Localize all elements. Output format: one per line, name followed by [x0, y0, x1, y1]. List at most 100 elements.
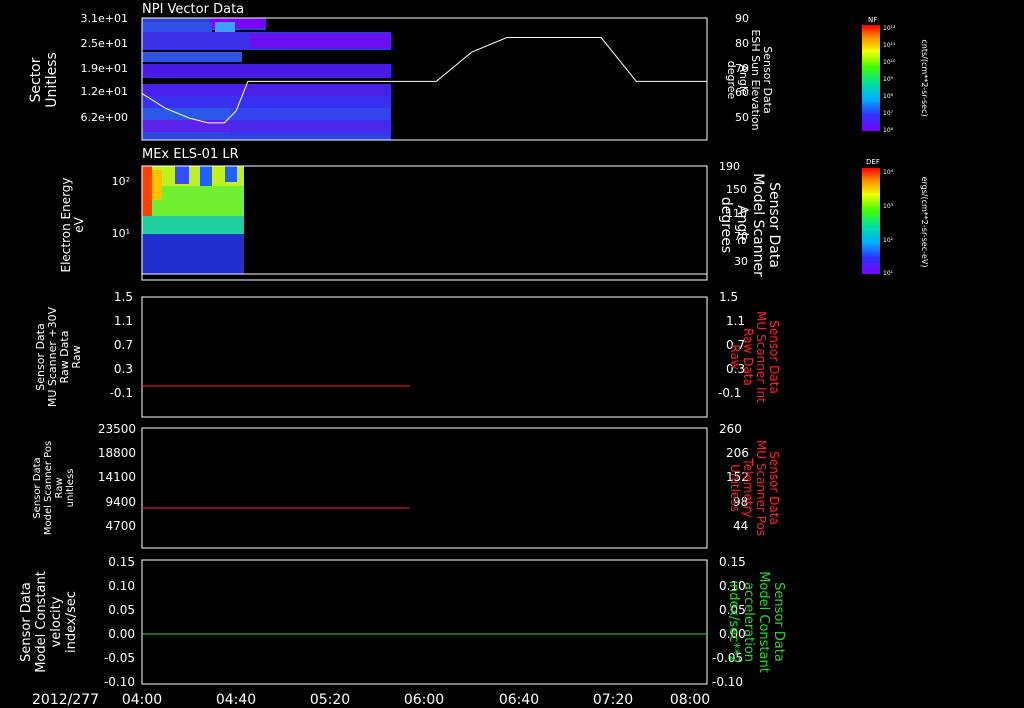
tick-label: 0.05 — [108, 603, 135, 617]
tick-label: 0.10 — [108, 579, 135, 593]
tick-label: 1.5 — [114, 290, 133, 304]
tick-label: 6.2e+00 — [81, 111, 128, 124]
colorbar-tag: DEF — [866, 158, 880, 166]
svg-text:Model Scanner Pos: Model Scanner Pos — [43, 441, 54, 535]
svg-text:Sensor Data: Sensor Data — [32, 457, 43, 518]
svg-text:Telemetry: Telemetry — [741, 457, 755, 517]
time-tick-label: 06:40 — [499, 692, 539, 708]
npi-spectrogram — [142, 18, 391, 140]
colorbar-nf: NF 10¹² 10¹¹ 10¹⁰ 10⁹ 10⁸ 10⁷ 10⁶ cnts/(… — [862, 16, 929, 134]
tick-label: 1.2e+01 — [81, 85, 128, 98]
time-tick-label: 08:00 — [670, 692, 710, 708]
svg-text:Angle: Angle — [734, 205, 750, 245]
tick-label: 1.5 — [719, 290, 738, 304]
svg-text:10⁹: 10⁹ — [883, 76, 894, 83]
left-ticks: 3.1e+01 2.5e+01 1.9e+01 1.2e+01 6.2e+00 — [81, 12, 128, 124]
time-tick-label: 07:20 — [593, 692, 633, 708]
left-axis-label: Sensor Data MU Scanner +30V Raw Data Raw — [34, 306, 83, 407]
panel-title: MEx ELS-01 LR — [142, 147, 239, 162]
svg-text:Unitless: Unitless — [44, 52, 60, 108]
tick-label: -0.1 — [110, 386, 133, 400]
time-tick-label: 04:00 — [122, 692, 162, 708]
colorbar-ticks: 10¹² 10¹¹ 10¹⁰ 10⁹ 10⁸ 10⁷ 10⁶ — [883, 25, 896, 134]
tick-label: 23500 — [98, 422, 136, 436]
colorbar-unit: ergs/(cm**2-sr-sec-eV) — [920, 176, 929, 267]
panel-scanner-pos: 23500 18800 14100 9400 4700 260 206 152 … — [32, 422, 781, 549]
svg-text:10⁸: 10⁸ — [883, 93, 894, 100]
panel-model-constant: 0.15 0.10 0.05 0.00 -0.05 -0.10 0.15 0.1… — [19, 555, 786, 689]
colorbar-tag: NF — [868, 16, 877, 24]
left-ticks: 1.5 1.1 0.7 0.3 -0.1 — [110, 290, 133, 400]
els-spectrogram — [142, 166, 244, 274]
svg-text:Sensor Data: Sensor Data — [766, 182, 782, 268]
svg-text:Model Constant: Model Constant — [34, 571, 49, 673]
svg-text:Electron Energy: Electron Energy — [59, 177, 73, 272]
left-ticks: 0.15 0.10 0.05 0.00 -0.05 -0.10 — [104, 555, 135, 689]
tick-label: 3.1e+01 — [81, 12, 128, 25]
tick-label: 18800 — [98, 446, 136, 460]
svg-text:Model Scanner: Model Scanner — [750, 173, 766, 277]
svg-text:Sensor Data: Sensor Data — [767, 320, 781, 394]
left-ticks: 23500 18800 14100 9400 4700 — [98, 422, 136, 533]
time-axis: 2012/277 04:00 04:40 05:20 06:00 06:40 0… — [32, 692, 710, 708]
panel-npi-vector: NPI Vector Data 3.1e+01 2.5e+01 1.9e+01 … — [28, 2, 774, 141]
tick-label: 190 — [719, 160, 740, 173]
time-tick-label: 06:00 — [404, 692, 444, 708]
tick-label: 0.15 — [108, 555, 135, 569]
tick-label: 0.15 — [719, 555, 746, 569]
time-tick-label: 05:20 — [310, 692, 350, 708]
svg-text:10¹: 10¹ — [883, 270, 894, 277]
tick-label: 0.3 — [114, 362, 133, 376]
svg-text:Sensor Data: Sensor Data — [767, 451, 781, 525]
svg-text:10⁷: 10⁷ — [883, 110, 894, 117]
tick-label: 1.1 — [114, 314, 133, 328]
tick-label: 44 — [733, 519, 748, 533]
tick-label: 0.7 — [114, 338, 133, 352]
plot-frame — [141, 296, 708, 418]
time-tick-label: 04:40 — [216, 692, 256, 708]
left-axis-label: Electron Energy eV — [59, 177, 86, 272]
svg-text:index/sec: index/sec — [64, 591, 79, 653]
panel-els-spectrogram: MEx ELS-01 LR 10² 10¹ 190 150 110 70 30 — [59, 147, 782, 281]
tick-label: 260 — [719, 422, 742, 436]
tick-label: 50 — [735, 111, 749, 124]
tick-label: 4700 — [105, 519, 136, 533]
tick-label: 14100 — [98, 470, 136, 484]
tick-label: 90 — [735, 12, 749, 25]
svg-text:10¹⁰: 10¹⁰ — [883, 59, 896, 66]
left-ticks: 10² 10¹ — [112, 175, 130, 240]
svg-text:Sensor Data: Sensor Data — [19, 582, 34, 662]
svg-text:degrees: degrees — [718, 197, 734, 253]
right-axis-label: Sensor Data ESH Sun Elevation Angle degr… — [725, 29, 774, 130]
svg-text:Raw: Raw — [728, 344, 742, 369]
left-axis-label: Sensor Data Model Scanner Pos Raw unitle… — [32, 441, 76, 535]
svg-text:10¹¹: 10¹¹ — [883, 42, 896, 49]
svg-text:Raw: Raw — [70, 345, 83, 368]
date-label: 2012/277 — [32, 692, 99, 708]
colorbar-gradient — [862, 168, 880, 274]
svg-text:Model Constant: Model Constant — [756, 571, 771, 673]
svg-text:Sensor Data: Sensor Data — [771, 582, 786, 662]
colorbar-gradient — [862, 25, 880, 131]
colorbar-ticks: 10⁴ 10³ 10² 10¹ — [883, 169, 894, 277]
panel-mu-scanner-raw: 1.5 1.1 0.7 0.3 -0.1 1.5 1.1 0.7 0.3 -0.… — [34, 290, 781, 418]
left-axis-label: Sector Unitless — [28, 52, 60, 108]
right-axis-label: Sensor Data Model Constant acceleration … — [726, 571, 786, 673]
svg-text:10⁶: 10⁶ — [883, 127, 894, 134]
svg-text:degree: degree — [725, 61, 738, 100]
panel-title: NPI Vector Data — [142, 2, 244, 17]
svg-text:velocity: velocity — [49, 596, 64, 647]
svg-text:10¹²: 10¹² — [883, 25, 896, 32]
tick-label: -0.05 — [104, 651, 135, 665]
svg-text:MU Scanner Pos: MU Scanner Pos — [754, 440, 768, 536]
tick-label: 10¹ — [112, 227, 130, 240]
svg-text:Unitless: Unitless — [728, 464, 742, 512]
tick-label: 30 — [734, 255, 748, 268]
tick-label: 150 — [726, 183, 747, 196]
colorbar-unit: cnts/(cm**2-sr-sec) — [920, 39, 929, 116]
svg-text:unitless: unitless — [65, 469, 76, 508]
left-axis-label: Sensor Data Model Constant velocity inde… — [19, 571, 79, 673]
tick-label: 9400 — [105, 495, 136, 509]
svg-text:10³: 10³ — [883, 203, 894, 210]
plot-frame — [141, 427, 708, 549]
